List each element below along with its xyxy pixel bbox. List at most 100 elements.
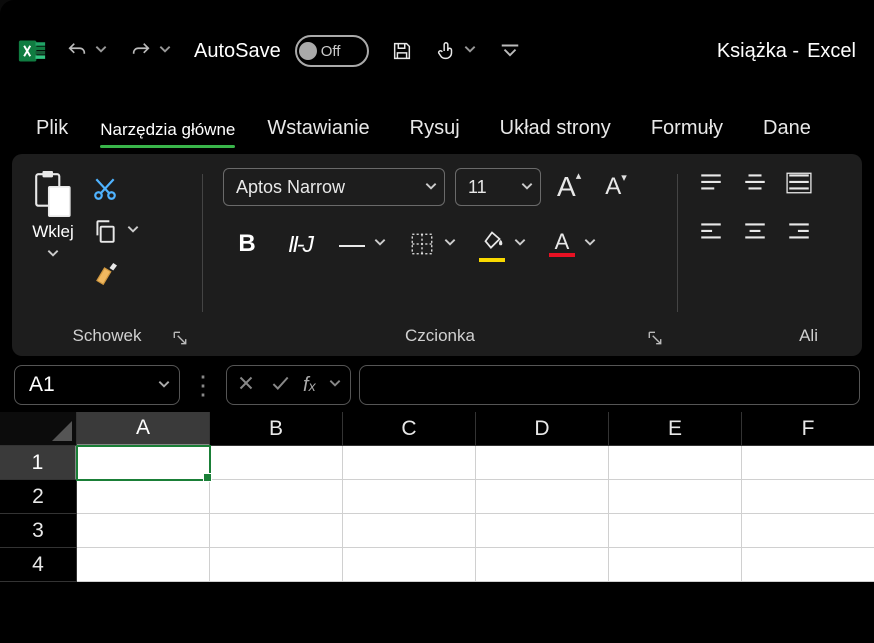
align-center-button[interactable] (742, 221, 768, 248)
formula-bar-row: A1 ⋮ fx (0, 356, 874, 412)
tab-data[interactable]: Dane (745, 109, 829, 154)
touch-mode-button[interactable] (435, 40, 477, 62)
row-header[interactable]: 1 (0, 446, 77, 480)
font-color-button[interactable]: A (549, 232, 597, 257)
cell[interactable] (343, 480, 476, 514)
redo-button[interactable] (130, 40, 172, 62)
increase-font-size-button[interactable]: A▴ (557, 171, 581, 203)
window-title: Książka - Excel (717, 40, 856, 63)
decrease-font-size-button[interactable]: A▾ (605, 173, 627, 201)
tab-draw[interactable]: Rysuj (392, 109, 478, 154)
cell[interactable] (210, 514, 343, 548)
cell[interactable] (77, 548, 210, 582)
row-header[interactable]: 2 (0, 480, 77, 514)
cell[interactable] (476, 548, 609, 582)
align-middle-button[interactable] (742, 172, 768, 199)
cell[interactable] (343, 446, 476, 480)
paste-label[interactable]: Wklej (32, 222, 74, 242)
document-name: Książka - (717, 40, 799, 63)
toggle-knob (299, 42, 317, 60)
ribbon-tabs: Plik Narzędzia główne Wstawianie Rysuj U… (0, 102, 874, 154)
copy-button[interactable] (92, 216, 140, 246)
cell[interactable] (343, 514, 476, 548)
font-dialog-launcher[interactable] (647, 330, 663, 346)
formula-buttons: fx (226, 365, 351, 405)
format-painter-button[interactable] (92, 258, 140, 288)
column-header[interactable]: F (742, 412, 874, 446)
cell[interactable] (343, 548, 476, 582)
save-button[interactable] (391, 40, 413, 62)
enter-formula-button[interactable] (269, 372, 291, 399)
cell[interactable] (210, 548, 343, 582)
tab-insert[interactable]: Wstawianie (249, 109, 387, 154)
cell[interactable] (742, 480, 874, 514)
clipboard-dialog-launcher[interactable] (172, 330, 188, 346)
chevron-down-icon (463, 42, 477, 61)
formula-bar[interactable] (359, 365, 860, 405)
app-name: Excel (807, 40, 856, 63)
select-all-corner[interactable] (0, 412, 77, 446)
cell[interactable] (742, 514, 874, 548)
column-header[interactable]: D (476, 412, 609, 446)
cell[interactable] (742, 446, 874, 480)
separator: ⋮ (190, 370, 216, 401)
align-bottom-button[interactable] (786, 172, 812, 199)
ribbon: Wklej Schowek (12, 154, 862, 356)
column-header[interactable]: A (77, 412, 210, 446)
underline-button[interactable] (339, 235, 387, 254)
italic-button[interactable]: II-J (283, 231, 317, 258)
row-header[interactable]: 3 (0, 514, 77, 548)
chevron-down-icon (126, 222, 140, 241)
autosave-control: AutoSave Off (194, 35, 369, 67)
cut-button[interactable] (92, 174, 140, 204)
cell[interactable] (77, 446, 210, 480)
cell[interactable] (77, 480, 210, 514)
column-header[interactable]: E (609, 412, 742, 446)
cell[interactable] (609, 548, 742, 582)
customize-qat-button[interactable] (499, 40, 521, 62)
cell[interactable] (476, 514, 609, 548)
align-top-button[interactable] (698, 172, 724, 199)
align-right-button[interactable] (786, 221, 812, 248)
fill-color-swatch (479, 258, 505, 262)
autosave-toggle[interactable]: Off (295, 35, 369, 67)
cell[interactable] (609, 480, 742, 514)
group-alignment-label: Ali (698, 326, 818, 356)
cell[interactable] (742, 548, 874, 582)
cell[interactable] (210, 446, 343, 480)
undo-button[interactable] (66, 40, 108, 62)
column-header[interactable]: B (210, 412, 343, 446)
quick-access-toolbar: AutoSave Off (66, 35, 521, 67)
chevron-down-icon[interactable] (46, 246, 60, 265)
chevron-down-icon (583, 235, 597, 254)
paste-icon (32, 170, 74, 218)
chevron-down-icon (373, 235, 387, 254)
cancel-formula-button[interactable] (235, 372, 257, 399)
font-size-combo[interactable]: 11 (455, 168, 541, 206)
row-header[interactable]: 4 (0, 548, 77, 582)
column-header[interactable]: C (343, 412, 476, 446)
autosave-state: Off (321, 43, 341, 60)
autosave-label: AutoSave (194, 40, 281, 63)
bold-button[interactable]: B (233, 230, 261, 258)
cell[interactable] (77, 514, 210, 548)
cell[interactable] (609, 514, 742, 548)
font-name-value: Aptos Narrow (236, 177, 345, 198)
cells-area (77, 446, 874, 582)
tab-page-layout[interactable]: Układ strony (482, 109, 629, 154)
column-headers: A B C D E F (77, 412, 874, 446)
fill-color-button[interactable] (479, 226, 527, 262)
tab-home[interactable]: Narzędzia główne (90, 112, 245, 154)
insert-function-button[interactable]: fx (303, 374, 316, 397)
align-left-button[interactable] (698, 221, 724, 248)
cell[interactable] (476, 480, 609, 514)
cell[interactable] (476, 446, 609, 480)
borders-button[interactable] (409, 231, 457, 257)
chevron-down-icon[interactable] (328, 376, 342, 395)
cell[interactable] (210, 480, 343, 514)
cell[interactable] (609, 446, 742, 480)
font-name-combo[interactable]: Aptos Narrow (223, 168, 445, 206)
name-box[interactable]: A1 (14, 365, 180, 405)
tab-formulas[interactable]: Formuły (633, 109, 741, 154)
tab-file[interactable]: Plik (18, 109, 86, 154)
